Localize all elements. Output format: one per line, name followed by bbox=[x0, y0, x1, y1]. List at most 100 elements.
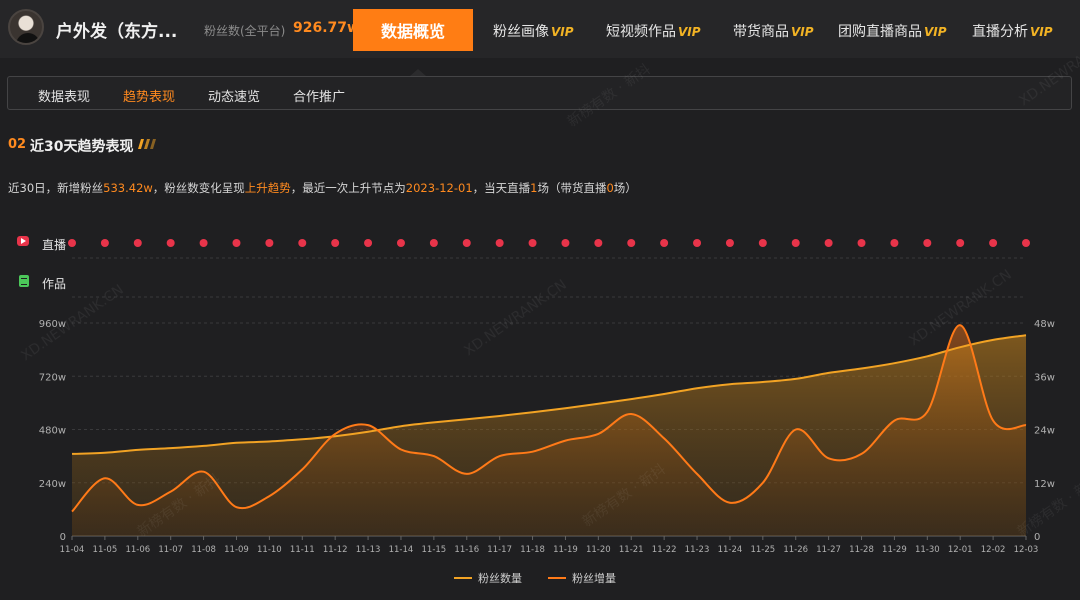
fans-increment-point bbox=[269, 496, 270, 497]
avatar[interactable] bbox=[8, 9, 44, 45]
fans-count-point bbox=[828, 372, 829, 373]
live-marker-dot bbox=[429, 239, 438, 247]
live-marker-dot bbox=[627, 239, 636, 247]
x-tick-label: 11-11 bbox=[290, 545, 315, 555]
fans-count-point bbox=[499, 415, 500, 416]
vip-badge: VIP bbox=[678, 25, 701, 39]
subtab-data-performance[interactable]: 数据表现 bbox=[38, 86, 90, 105]
title-decoration-icon bbox=[138, 139, 156, 149]
y-left-tick-label: 480w bbox=[39, 426, 66, 437]
subtab-trend-performance[interactable]: 趋势表现 bbox=[123, 86, 175, 105]
fans-count-point bbox=[170, 448, 171, 449]
trend-chart: 0 240w 480w 720w 960w 0 12w 24w 36w 48w 11-04 11-05… bbox=[39, 239, 1055, 585]
summary-text: ，最近一次上升节点为 bbox=[290, 181, 406, 195]
tab-label: 团购直播商品 bbox=[838, 24, 922, 40]
summary-text: 场（带货直播 bbox=[537, 181, 607, 195]
summary-text: ，当天直播 bbox=[472, 181, 531, 195]
fans-increment-point bbox=[499, 456, 500, 457]
fans-count-point bbox=[269, 441, 270, 442]
summary-text: ，粉丝数变化呈现 bbox=[152, 181, 245, 195]
fans-increment-point bbox=[400, 449, 401, 450]
live-marker-dot bbox=[561, 239, 570, 247]
fans-increment-point bbox=[302, 469, 303, 470]
tab-short-videos[interactable]: 短视频作品 VIP bbox=[606, 21, 701, 41]
vip-badge: VIP bbox=[1030, 25, 1053, 39]
x-tick-label: 11-15 bbox=[422, 545, 447, 555]
fans-count-point bbox=[1026, 335, 1027, 336]
x-tick-label: 11-08 bbox=[191, 545, 216, 555]
account-name[interactable]: 户外发（东方... bbox=[56, 17, 177, 42]
live-marker-dot bbox=[989, 239, 998, 247]
top-bar: 户外发（东方... 粉丝数(全平台) 926.77w 数据概览 粉丝画像 VIP … bbox=[0, 0, 1080, 58]
fans-increment-point bbox=[565, 440, 566, 441]
subtab-cooperation[interactable]: 合作推广 bbox=[293, 86, 345, 105]
x-tick-label: 11-16 bbox=[454, 545, 479, 555]
live-marker-dot bbox=[396, 239, 405, 247]
fans-count-point bbox=[795, 378, 796, 379]
fans-increment-point bbox=[532, 451, 533, 452]
live-marker-dot bbox=[857, 239, 866, 247]
x-tick-label: 11-07 bbox=[158, 545, 183, 555]
fans-count-point bbox=[433, 422, 434, 423]
fans-count-point bbox=[466, 419, 467, 420]
x-tick-label: 11-23 bbox=[685, 545, 710, 555]
fans-increment-point bbox=[236, 507, 237, 508]
tab-group-buy-live[interactable]: 团购直播商品 VIP bbox=[838, 21, 947, 41]
y-right-tick-label: 48w bbox=[1034, 319, 1055, 330]
live-marker-dot bbox=[1022, 239, 1030, 247]
x-tick-label: 11-30 bbox=[915, 545, 940, 555]
live-marker-dot bbox=[298, 239, 307, 247]
x-tick-label: 11-10 bbox=[257, 545, 282, 555]
fans-increment-point bbox=[203, 471, 204, 472]
summary-text: 近30日，新增粉丝 bbox=[8, 181, 104, 195]
x-tick-label: 11-25 bbox=[750, 545, 775, 555]
x-tick-label: 11-27 bbox=[816, 545, 841, 555]
x-tick-label: 11-22 bbox=[652, 545, 677, 555]
fans-count-point bbox=[762, 382, 763, 383]
tab-products[interactable]: 带货商品 VIP bbox=[733, 21, 814, 41]
y-left-tick-label: 960w bbox=[39, 319, 66, 330]
fans-count-point bbox=[565, 408, 566, 409]
fans-increment-point bbox=[433, 456, 434, 457]
tab-label: 粉丝画像 bbox=[493, 24, 549, 40]
vip-badge: VIP bbox=[551, 25, 574, 39]
fans-count-point bbox=[631, 399, 632, 400]
x-tick-label: 11-13 bbox=[356, 545, 381, 555]
fans-increment-point bbox=[598, 433, 599, 434]
fans-increment-point bbox=[993, 420, 994, 421]
y-left-tick-label: 240w bbox=[39, 479, 66, 490]
x-tick-label: 11-26 bbox=[783, 545, 808, 555]
live-marker-dot bbox=[232, 239, 241, 247]
live-marker-dot bbox=[693, 239, 702, 247]
fans-count-point bbox=[104, 452, 105, 453]
fans-count-value: 926.77w bbox=[293, 20, 360, 36]
fans-count-point bbox=[894, 363, 895, 364]
x-tick-label: 11-06 bbox=[125, 545, 150, 555]
fans-increment-point bbox=[828, 458, 829, 459]
tab-live-analysis[interactable]: 直播分析 VIP bbox=[972, 21, 1053, 41]
fans-increment-point bbox=[894, 420, 895, 421]
fans-increment-point bbox=[664, 438, 665, 439]
x-tick-label: 12-01 bbox=[948, 545, 973, 555]
x-tick-label: 11-12 bbox=[323, 545, 348, 555]
fans-count-point bbox=[335, 436, 336, 437]
live-marker-dot bbox=[660, 239, 669, 247]
y-right-tick-label: 12w bbox=[1034, 479, 1055, 490]
rise-date-value: 2023-12-01 bbox=[405, 181, 473, 195]
live-marker-dot bbox=[265, 239, 274, 247]
live-marker-dot bbox=[364, 239, 373, 247]
live-marker-dot bbox=[495, 239, 504, 247]
tab-data-overview[interactable]: 数据概览 bbox=[353, 9, 473, 51]
tab-fans-profile[interactable]: 粉丝画像 VIP bbox=[493, 21, 574, 41]
fans-increment-point bbox=[927, 411, 928, 412]
fans-count-point bbox=[236, 442, 237, 443]
sub-nav: 数据表现 趋势表现 动态速览 合作推广 bbox=[7, 76, 1072, 110]
fans-count-point bbox=[729, 384, 730, 385]
live-marker-dot bbox=[199, 239, 208, 247]
fans-count-point bbox=[960, 347, 961, 348]
subtab-dynamic-overview[interactable]: 动态速览 bbox=[208, 86, 260, 105]
live-marker-dot bbox=[725, 239, 734, 247]
fans-count-point bbox=[697, 388, 698, 389]
x-tick-label: 11-20 bbox=[586, 545, 611, 555]
live-marker-dot bbox=[528, 239, 537, 247]
